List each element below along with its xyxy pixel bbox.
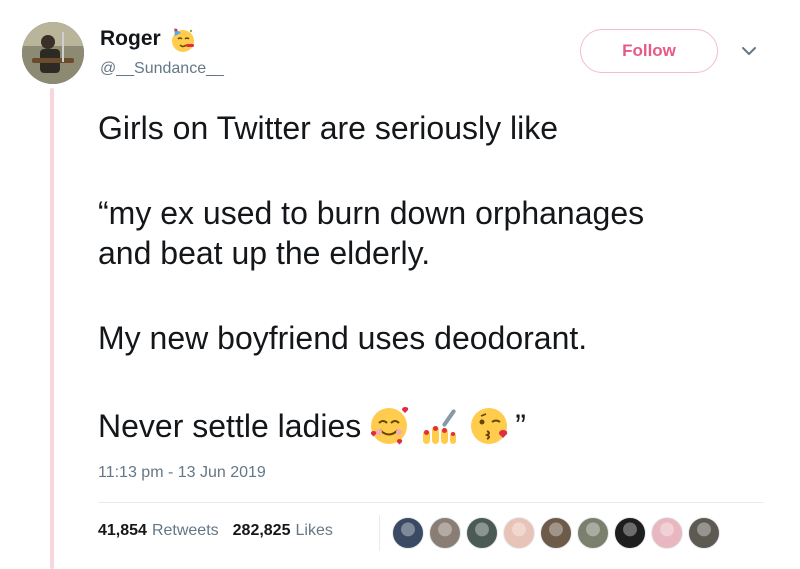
tweet-text-line-2: “my ex used to burn down orphanages xyxy=(98,195,645,231)
liker-avatar-6[interactable] xyxy=(577,517,609,549)
follow-button[interactable]: Follow xyxy=(580,29,718,73)
thread-line xyxy=(50,88,54,569)
divider xyxy=(98,502,764,503)
tweet-text-line-3: and beat up the elderly. xyxy=(98,235,431,271)
liker-avatar-1[interactable] xyxy=(392,517,424,549)
liker-avatar-9[interactable] xyxy=(688,517,720,549)
tweet-text-line-4: My new boyfriend uses deodorant. xyxy=(98,320,588,356)
likes-label: Likes xyxy=(295,522,333,539)
liker-avatar-8[interactable] xyxy=(651,517,683,549)
closing-quote: ” xyxy=(515,408,526,444)
retweets-stat[interactable]: 41,854 Retweets xyxy=(98,522,219,540)
liker-avatar-3[interactable] xyxy=(466,517,498,549)
likes-stat[interactable]: 282,825 Likes xyxy=(233,522,333,540)
face-blowing-a-kiss-emoji xyxy=(467,404,511,448)
display-name[interactable]: Roger xyxy=(100,27,161,51)
tweet-text-line-1: Girls on Twitter are seriously like xyxy=(98,110,558,146)
tweet-timestamp[interactable]: 11:13 pm - 13 Jun 2019 xyxy=(98,464,266,482)
chevron-down-icon[interactable] xyxy=(740,42,758,60)
liker-avatar-5[interactable] xyxy=(540,517,572,549)
retweets-label: Retweets xyxy=(151,522,219,539)
avatar[interactable] xyxy=(22,22,84,84)
nail-polish-emoji xyxy=(417,404,461,448)
liker-avatar-7[interactable] xyxy=(614,517,646,549)
tweet-text-line-5: Never settle ladies ” xyxy=(98,404,526,448)
likes-count: 282,825 xyxy=(232,522,291,539)
tweet-text-line-5-text: Never settle ladies xyxy=(98,408,362,444)
liker-avatars xyxy=(392,517,725,549)
tweet-stats: 41,854 Retweets 282,825 Likes xyxy=(98,522,333,540)
partying-face-emoji xyxy=(169,25,197,53)
retweets-count: 41,854 xyxy=(98,522,147,539)
liker-avatar-4[interactable] xyxy=(503,517,535,549)
user-handle[interactable]: @__Sundance__ xyxy=(100,60,224,78)
liker-avatar-2[interactable] xyxy=(429,517,461,549)
stats-divider xyxy=(379,515,380,551)
smiling-face-with-hearts-emoji xyxy=(367,404,411,448)
